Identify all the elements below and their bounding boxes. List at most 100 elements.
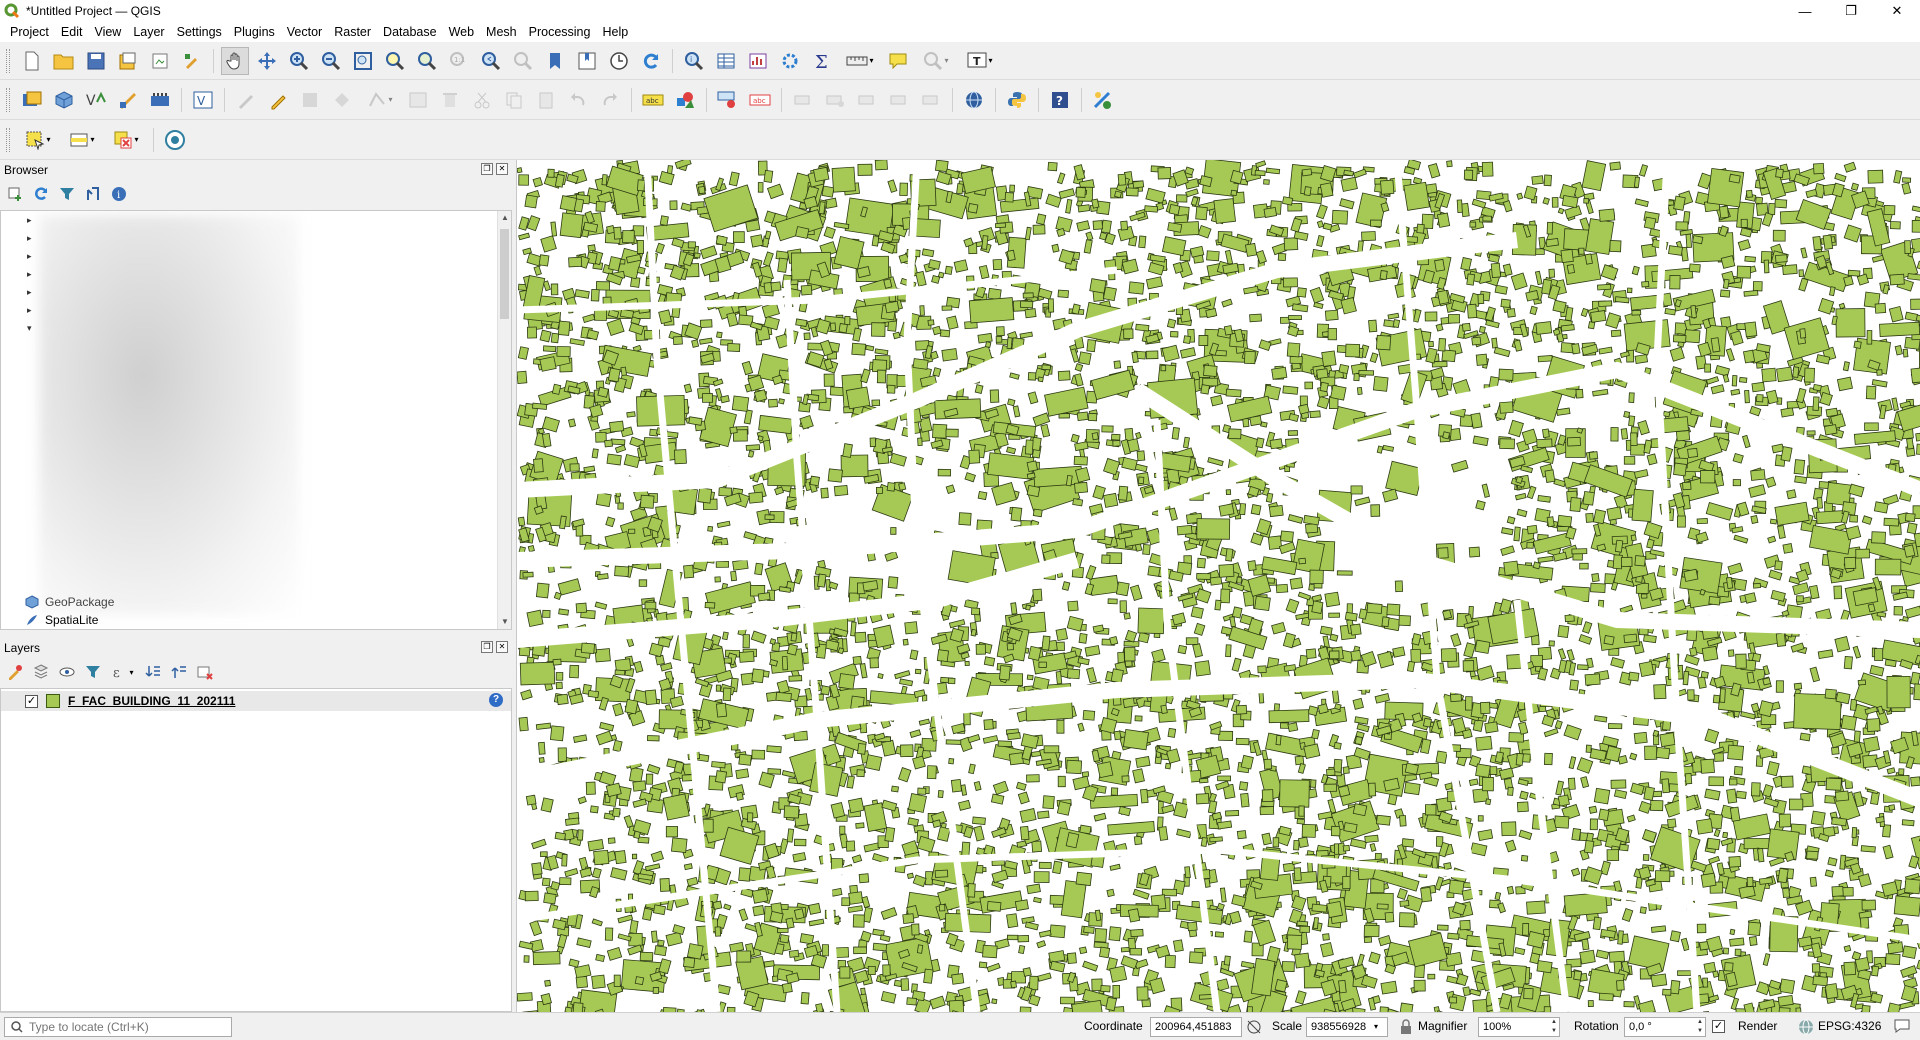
zoom-to-selection-icon[interactable] [381, 47, 409, 75]
label-tool-icon[interactable]: abc [639, 86, 667, 114]
float-panel-button[interactable]: ❐ [481, 163, 493, 175]
move-label-icon[interactable] [789, 86, 817, 114]
expand-arrow-icon[interactable]: ▸ [27, 251, 32, 262]
scroll-up-icon[interactable]: ▲ [498, 211, 511, 225]
rotate-label-icon[interactable] [821, 86, 849, 114]
toolbar-grip[interactable] [6, 127, 10, 152]
tree-item-spatialite[interactable]: SpatiaLite [25, 611, 98, 629]
georeferencer-icon[interactable] [1089, 86, 1117, 114]
scrollbar-thumb[interactable] [500, 229, 509, 319]
menu-plugins[interactable]: Plugins [228, 22, 281, 42]
menu-project[interactable]: Project [4, 22, 55, 42]
vertex-tool-icon[interactable]: ▾ [360, 86, 400, 114]
properties-icon[interactable]: i [110, 185, 128, 203]
float-panel-button[interactable]: ❐ [481, 641, 493, 653]
temporal-controller-icon[interactable] [605, 47, 633, 75]
zoom-native-icon[interactable]: 1:1 [445, 47, 473, 75]
scroll-down-icon[interactable]: ▼ [498, 615, 511, 629]
menu-help[interactable]: Help [596, 22, 634, 42]
collapse-all-icon[interactable] [170, 663, 188, 681]
expand-arrow-icon[interactable]: ▸ [27, 287, 32, 298]
globe-icon[interactable] [960, 86, 988, 114]
layer-info-icon[interactable]: ? [489, 693, 503, 707]
new-virtual-layer-icon[interactable]: V [189, 86, 217, 114]
toolbar-grip[interactable] [6, 48, 10, 73]
pan-to-selection-icon[interactable] [253, 47, 281, 75]
filter-legend-icon[interactable] [84, 663, 102, 681]
text-annotation-icon[interactable]: T ▾ [960, 47, 1000, 75]
coordinate-field[interactable]: 200964,451883 [1150, 1017, 1242, 1037]
change-label-icon[interactable] [853, 86, 881, 114]
annotation-icon[interactable]: ▾ [916, 47, 956, 75]
new-geopackage-icon[interactable] [50, 86, 78, 114]
print-layout-icon[interactable] [146, 47, 174, 75]
deselect-icon[interactable]: ▾ [106, 126, 146, 154]
sum-icon[interactable]: Σ [808, 47, 836, 75]
minimize-button[interactable]: — [1782, 0, 1828, 22]
layer-name[interactable]: F_FAC_BUILDING_11_202111 [68, 694, 235, 708]
collapse-arrow-icon[interactable]: ▾ [27, 323, 32, 334]
new-shapefile-icon[interactable]: V [82, 86, 110, 114]
cut-features-icon[interactable] [468, 86, 496, 114]
pan-icon[interactable] [221, 46, 249, 75]
show-hide-labels-icon[interactable]: abc [746, 86, 774, 114]
save-as-icon[interactable] [114, 47, 142, 75]
magnifier-field[interactable]: 100% ▲ ▼ [1478, 1017, 1560, 1037]
browser-tree[interactable]: ▸ ▸ ▸ ▸ ▸ ▸ ▾ GeoPackage SpatiaLite ▲ ▼ [0, 210, 512, 630]
menu-view[interactable]: View [88, 22, 127, 42]
collapse-all-icon[interactable] [84, 185, 102, 203]
browser-scrollbar[interactable]: ▲ ▼ [497, 211, 511, 629]
menu-edit[interactable]: Edit [55, 22, 89, 42]
messages-icon[interactable] [1894, 1018, 1910, 1037]
manage-visibility-icon[interactable] [58, 663, 76, 681]
zoom-full-icon[interactable] [349, 47, 377, 75]
expand-all-icon[interactable] [144, 663, 162, 681]
filter-expression-icon[interactable]: ε ▾ [110, 663, 136, 681]
zoom-last-icon[interactable] [477, 47, 505, 75]
label-properties-icon[interactable] [885, 86, 913, 114]
filter-icon[interactable] [58, 185, 76, 203]
layers-tree[interactable]: ✓ F_FAC_BUILDING_11_202111 ? [0, 688, 512, 1012]
add-selected-icon[interactable] [6, 185, 24, 203]
menu-mesh[interactable]: Mesh [480, 22, 523, 42]
rotation-field[interactable]: 0,0 ° ▲ ▼ [1624, 1017, 1706, 1037]
map-canvas[interactable] [516, 160, 1920, 1012]
toolbar-grip[interactable] [6, 87, 10, 112]
select-by-expression-icon[interactable]: ▾ [62, 126, 102, 154]
toggle-edit-icon[interactable] [264, 86, 292, 114]
field-calculator-icon[interactable] [776, 47, 804, 75]
close-panel-button[interactable]: ✕ [496, 641, 508, 653]
expand-arrow-icon[interactable]: ▸ [27, 233, 32, 244]
zoom-in-icon[interactable] [285, 47, 313, 75]
menu-layer[interactable]: Layer [127, 22, 170, 42]
refresh-icon[interactable] [32, 185, 50, 203]
expand-arrow-icon[interactable]: ▸ [27, 269, 32, 280]
delete-selected-icon[interactable] [436, 86, 464, 114]
menu-web[interactable]: Web [443, 22, 480, 42]
menu-raster[interactable]: Raster [328, 22, 377, 42]
paste-features-icon[interactable] [532, 86, 560, 114]
redo-icon[interactable] [596, 86, 624, 114]
modify-attributes-icon[interactable] [404, 86, 432, 114]
close-panel-button[interactable]: ✕ [496, 163, 508, 175]
identify-icon[interactable]: i [680, 47, 708, 75]
menu-vector[interactable]: Vector [281, 22, 328, 42]
layer-visibility-checkbox[interactable]: ✓ [25, 694, 38, 708]
restore-button[interactable]: ❐ [1828, 0, 1874, 22]
rotation-spinner-icon[interactable]: ▲ ▼ [1695, 1018, 1705, 1036]
tree-item-geopackage[interactable]: GeoPackage [25, 593, 114, 611]
expand-arrow-icon[interactable]: ▸ [27, 215, 32, 226]
expand-arrow-icon[interactable]: ▸ [27, 305, 32, 316]
new-project-icon[interactable] [18, 47, 46, 75]
lock-scale-icon[interactable] [1400, 1019, 1412, 1038]
select-features-icon[interactable]: ▾ [18, 126, 58, 154]
copy-features-icon[interactable] [500, 86, 528, 114]
measure-icon[interactable]: ▾ [840, 47, 880, 75]
crs-globe-icon[interactable] [1798, 1019, 1814, 1038]
undo-icon[interactable] [564, 86, 592, 114]
menu-settings[interactable]: Settings [171, 22, 228, 42]
refresh-icon[interactable] [637, 47, 665, 75]
layer-row[interactable]: ✓ F_FAC_BUILDING_11_202111 ? [1, 691, 511, 711]
zoom-next-icon[interactable] [509, 47, 537, 75]
crs-label[interactable]: EPSG:4326 [1818, 1019, 1881, 1033]
